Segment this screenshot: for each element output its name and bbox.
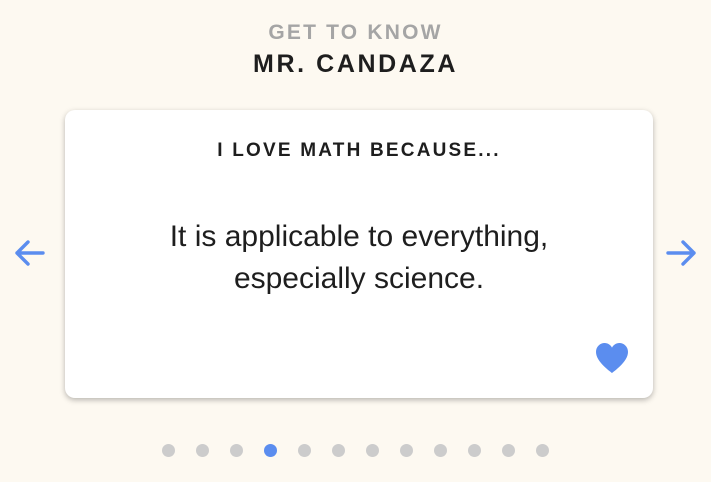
quote-card: I LOVE MATH BECAUSE... It is applicable …	[65, 110, 653, 398]
pagination-dot[interactable]	[264, 444, 277, 457]
next-button[interactable]	[665, 238, 699, 268]
heart-icon	[596, 343, 628, 373]
arrow-left-icon	[15, 240, 45, 266]
pagination-dot[interactable]	[400, 444, 413, 457]
pagination-dot[interactable]	[434, 444, 447, 457]
pagination-dots	[162, 444, 552, 458]
pagination-dot[interactable]	[196, 444, 209, 457]
pagination-dot[interactable]	[230, 444, 243, 457]
pagination-dot[interactable]	[366, 444, 379, 457]
like-button[interactable]	[594, 342, 630, 374]
pagination-dot[interactable]	[298, 444, 311, 457]
page-title: MR. CANDAZA	[253, 50, 458, 78]
arrow-right-icon	[666, 240, 696, 266]
pagination-dot[interactable]	[468, 444, 481, 457]
previous-button[interactable]	[12, 238, 46, 268]
card-prompt: I LOVE MATH BECAUSE...	[217, 140, 501, 161]
pagination-dot[interactable]	[162, 444, 175, 457]
eyebrow-label: GET TO KNOW	[268, 21, 443, 44]
pagination-dot[interactable]	[332, 444, 345, 457]
pagination-dot[interactable]	[536, 444, 549, 457]
pagination-dot[interactable]	[502, 444, 515, 457]
card-answer: It is applicable to everything, especial…	[169, 220, 549, 295]
header: GET TO KNOW MR. CANDAZA	[0, 18, 711, 80]
